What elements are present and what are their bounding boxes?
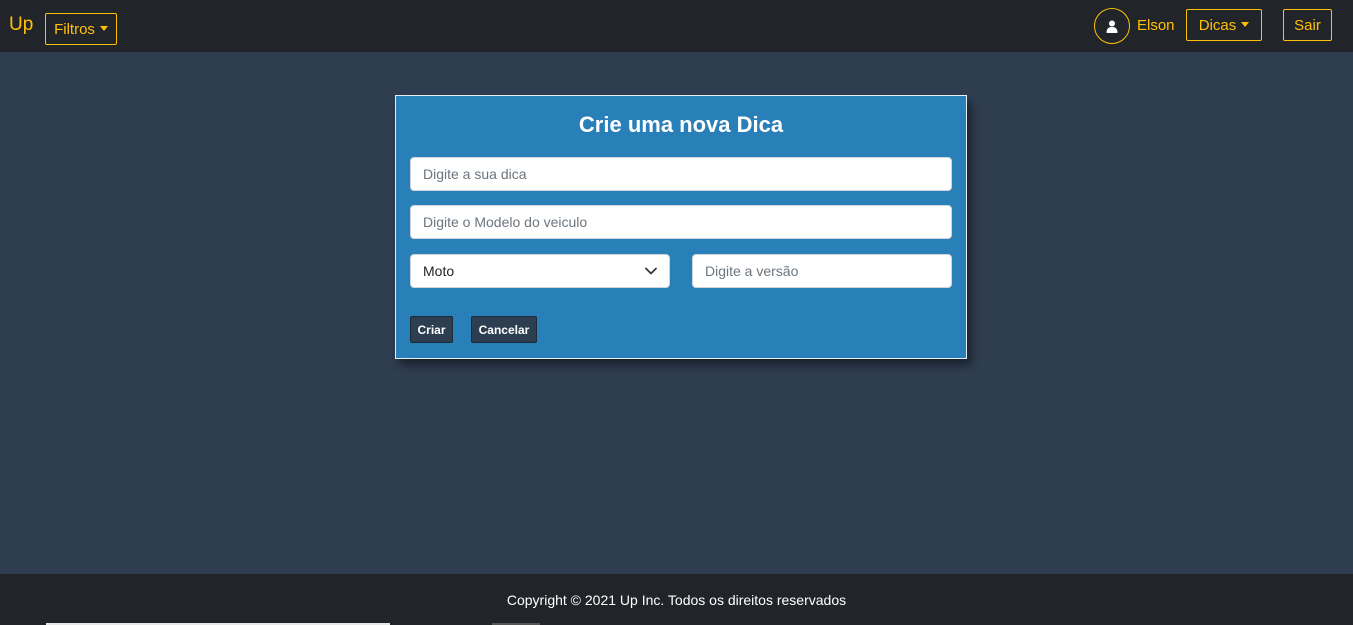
chevron-down-icon [645,267,657,275]
footer: Copyright © 2021 Up Inc. Todos os direit… [0,574,1353,625]
filters-dropdown-button[interactable]: Filtros [45,13,117,45]
copyright-text: Copyright © 2021 Up Inc. Todos os direit… [506,592,847,608]
version-input[interactable] [692,254,952,288]
filters-label: Filtros [54,20,95,38]
vehicle-type-select[interactable]: Moto [410,254,670,288]
tip-input[interactable] [410,157,952,191]
vehicle-model-input[interactable] [410,205,952,239]
caret-down-icon [99,25,108,31]
tips-label: Dicas [1198,16,1237,34]
vehicle-type-selected: Moto [423,263,455,279]
cancel-button[interactable]: Cancelar [471,316,537,343]
create-label: Criar [417,322,446,337]
brand-logo[interactable]: Up [9,14,33,36]
tips-dropdown-button[interactable]: Dicas [1186,9,1262,41]
logout-label: Sair [1294,16,1321,34]
caret-down-icon [1241,21,1250,27]
logout-button[interactable]: Sair [1283,9,1332,41]
username-label[interactable]: Elson [1137,17,1175,34]
avatar[interactable] [1094,8,1130,44]
new-tip-modal: Crie uma nova Dica Moto Criar Cancelar [395,95,967,359]
create-button[interactable]: Criar [410,316,453,343]
cancel-label: Cancelar [478,322,530,337]
top-navbar: Up Filtros Elson Dicas Sair [0,0,1353,52]
modal-title: Crie uma nova Dica [578,112,784,137]
user-icon [1106,20,1118,33]
